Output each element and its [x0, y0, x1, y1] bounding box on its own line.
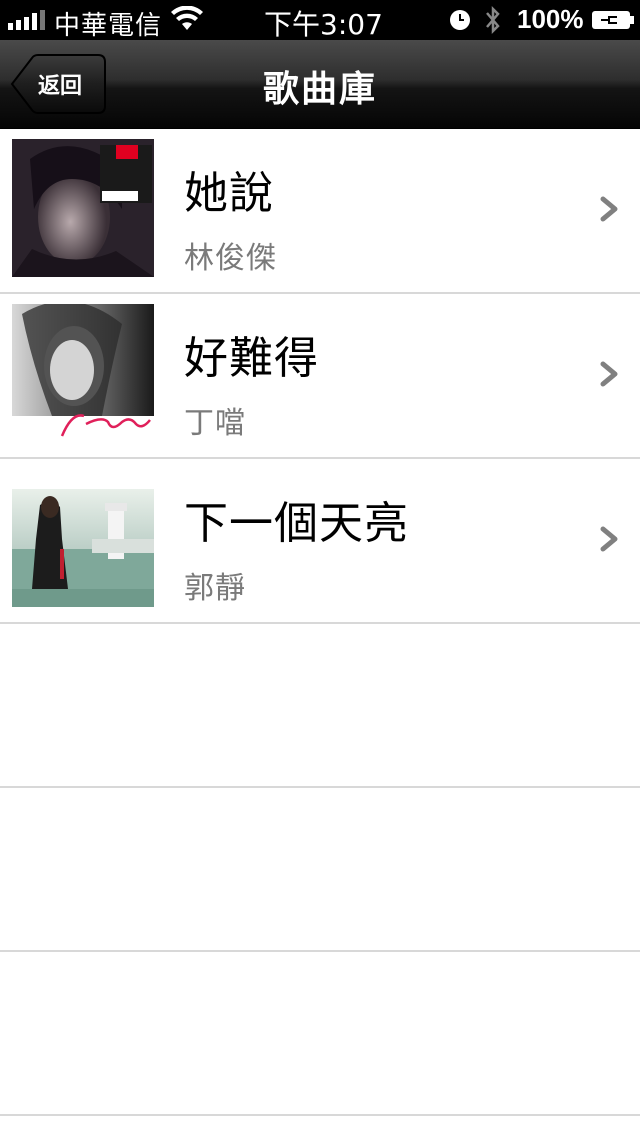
carrier-name: 中華電信 [54, 11, 163, 41]
signal-icon [8, 10, 45, 30]
song-title: 下一個天亮 [184, 498, 409, 549]
bluetooth-icon [486, 5, 500, 35]
song-artist: 林俊傑 [184, 241, 277, 276]
battery-icon [592, 11, 634, 29]
song-row[interactable]: 她說 林俊傑 [0, 129, 640, 294]
album-cover-image [12, 139, 154, 277]
album-cover-image [12, 304, 154, 442]
battery-percent: 100% [517, 4, 584, 34]
song-row[interactable]: 好難得 丁噹 [0, 294, 640, 459]
status-bar: 中華電信 下午3:07 100% [0, 0, 640, 41]
album-cover-image [12, 469, 154, 607]
clock-icon [450, 10, 470, 30]
page-title: 歌曲庫 [262, 69, 377, 110]
song-row[interactable]: 下一個天亮 郭靜 [0, 459, 640, 624]
song-title: 好難得 [184, 333, 319, 384]
chevron-right-icon [600, 526, 618, 552]
chevron-right-icon [600, 361, 618, 387]
navigation-bar: 返回 歌曲庫 [0, 40, 640, 129]
chevron-right-icon [600, 196, 618, 222]
wifi-icon [171, 6, 203, 30]
song-title: 她說 [184, 168, 274, 219]
song-artist: 郭靜 [184, 571, 246, 606]
empty-row [0, 788, 640, 952]
status-time: 下午3:07 [264, 8, 383, 41]
empty-row [0, 624, 640, 788]
song-list: 她說 林俊傑 好難得 丁噹 下一個天亮 郭靜 [0, 129, 640, 1116]
song-artist: 丁噹 [184, 406, 246, 441]
empty-row [0, 952, 640, 1116]
